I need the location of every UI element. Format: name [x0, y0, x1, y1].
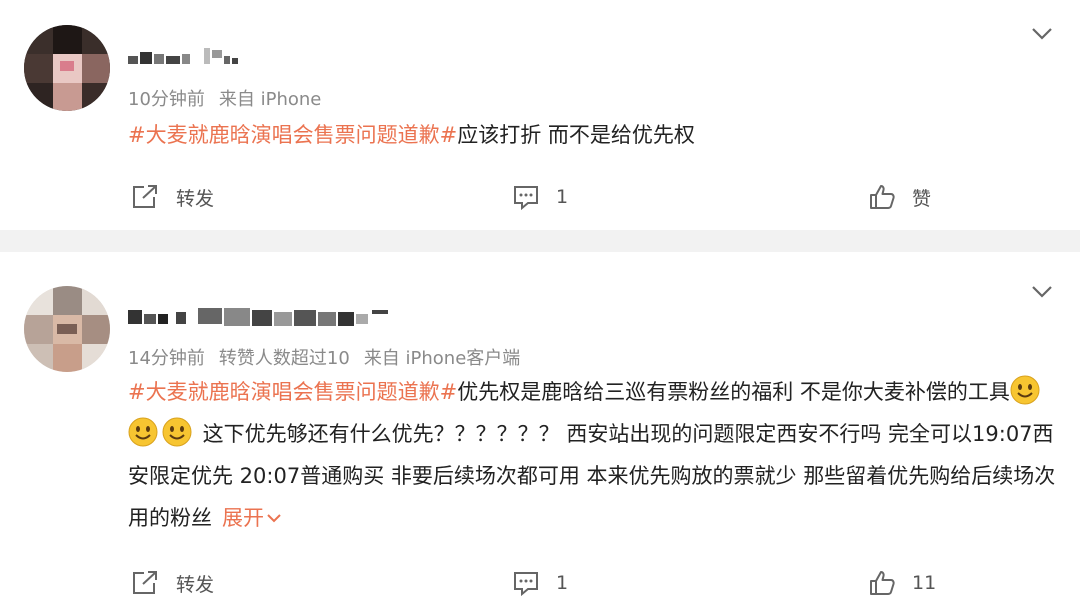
post-content: #大麦就鹿晗演唱会售票问题道歉#优先权是鹿晗给三巡有票粉丝的福利 不是你大麦补偿… [128, 371, 1058, 539]
username-blurred[interactable] [128, 44, 248, 72]
post-content: #大麦就鹿晗演唱会售票问题道歉#应该打折 而不是给优先权 [128, 114, 1058, 156]
comment-button[interactable]: 1 [512, 177, 568, 217]
action-bar: 转发 1 11 [0, 563, 1080, 603]
post-meta: 10分钟前 来自 iPhone [128, 85, 335, 111]
chevron-down-icon[interactable] [1030, 26, 1054, 42]
repost-label: 转发 [176, 573, 215, 596]
comment-button[interactable]: 1 [512, 563, 568, 603]
user-avatar[interactable] [24, 286, 110, 372]
comment-count: 1 [556, 186, 569, 208]
repost-label: 转发 [176, 187, 215, 210]
expand-label: 展开 [222, 506, 264, 530]
user-avatar[interactable] [24, 25, 110, 111]
repost-icon [133, 571, 157, 594]
post-stat: 转赞人数超过10 [218, 348, 350, 369]
thumbs-up-icon [870, 571, 895, 595]
repost-icon [133, 185, 157, 208]
post-time: 10分钟前 [128, 89, 205, 110]
section-divider [0, 230, 1080, 252]
action-bar: 转发 1 赞 [0, 177, 1080, 217]
comment-card: 14分钟前 转赞人数超过10 来自 iPhone客户端 #大麦就鹿晗演唱会售票问题道… [0, 252, 1080, 607]
topic-link[interactable]: #大麦就鹿晗演唱会售票问题道歉# [128, 380, 457, 404]
thumbs-up-icon [870, 185, 895, 209]
chevron-down-icon[interactable] [1030, 284, 1054, 300]
smile-emoji-icon [162, 417, 192, 447]
post-text: 优先权是鹿晗给三巡有票粉丝的福利 不是你大麦补偿的工具 [457, 380, 1010, 404]
post-text: 应该打折 而不是给优先权 [457, 123, 695, 147]
post-time: 14分钟前 [128, 348, 205, 369]
like-button[interactable]: 11 [868, 563, 936, 603]
expand-link[interactable]: 展开 [222, 506, 282, 530]
like-button[interactable]: 赞 [868, 177, 931, 217]
post-source: 来自 iPhone客户端 [363, 348, 521, 369]
comment-icon [514, 572, 538, 596]
smile-emoji-icon [1010, 375, 1040, 405]
comment-card: 10分钟前 来自 iPhone #大麦就鹿晗演唱会售票问题道歉#应该打折 而不是给… [0, 0, 1080, 230]
topic-link[interactable]: #大麦就鹿晗演唱会售票问题道歉# [128, 123, 457, 147]
post-meta: 14分钟前 转赞人数超过10 来自 iPhone客户端 [128, 344, 534, 370]
post-source: 来自 iPhone [218, 89, 322, 110]
like-count: 11 [912, 572, 937, 594]
repost-button[interactable]: 转发 [130, 563, 214, 603]
like-label: 赞 [912, 187, 932, 210]
chevron-down-icon [267, 514, 281, 523]
comment-count: 1 [556, 572, 569, 594]
username-blurred[interactable] [128, 304, 398, 332]
repost-button[interactable]: 转发 [130, 177, 214, 217]
comment-icon [514, 186, 538, 210]
smile-emoji-icon [128, 417, 158, 447]
